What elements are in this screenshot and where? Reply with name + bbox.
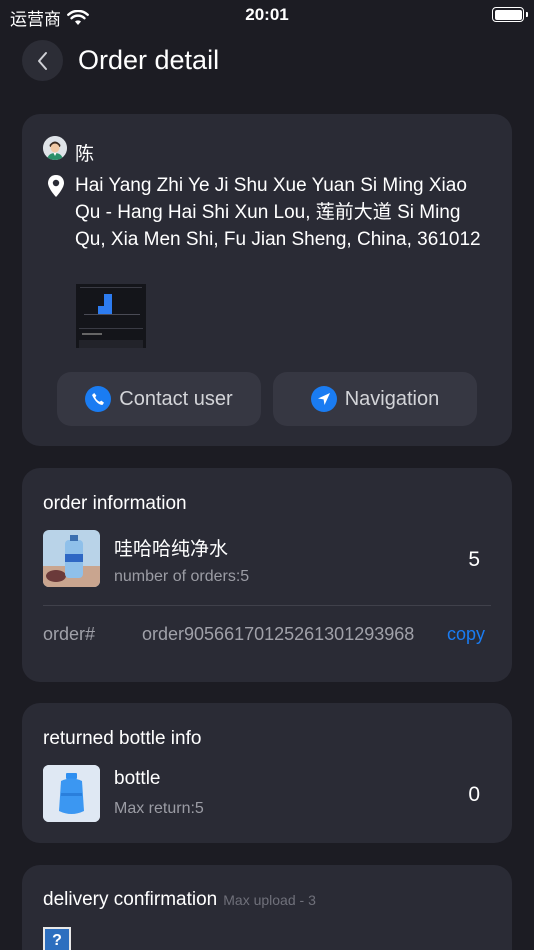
navigation-arrow-icon (310, 386, 337, 412)
navigation-button[interactable]: Navigation (273, 372, 477, 426)
bottle-max-return: Max return:5 (114, 800, 204, 817)
battery-tip (526, 12, 528, 17)
delivery-confirmation-title: delivery confirmation Max upload - 3 (43, 889, 316, 911)
battery-level (494, 9, 522, 20)
status-bar: 运营商 20:01 (0, 0, 534, 30)
back-button[interactable] (22, 40, 63, 81)
order-info-card: order information 哇哈哈纯净水 number of order… (22, 468, 512, 682)
location-pin-icon (48, 175, 64, 197)
product-order-count-label: number of orders:5 (114, 568, 250, 585)
address-thumbnail-image[interactable] (76, 284, 146, 348)
status-time: 20:01 (245, 5, 289, 24)
copy-order-number-button[interactable]: copy (447, 624, 485, 645)
delivery-address: Hai Yang Zhi Ye Ji Shu Xue Yuan Si Ming … (75, 175, 481, 250)
delivery-confirmation-card: delivery confirmation Max upload - 3 ? (22, 865, 512, 950)
user-card: 陈 Hai Yang Zhi Ye Ji Shu Xue Yuan Si Min… (22, 114, 512, 446)
bottle-name: bottle (114, 768, 161, 789)
bottle-return-count: 0 (468, 783, 480, 806)
back-icon (37, 51, 47, 70)
bottle-image (43, 765, 100, 822)
divider (43, 605, 491, 606)
contact-user-button[interactable]: Contact user (57, 372, 261, 426)
order-info-title: order information (43, 493, 187, 514)
upload-photo-button[interactable]: ? (43, 927, 71, 950)
returned-bottle-title: returned bottle info (43, 728, 202, 749)
battery-icon (492, 7, 524, 22)
user-name: 陈 (75, 144, 95, 165)
contact-user-label: Contact user (119, 387, 233, 410)
returned-bottle-card: returned bottle info bottle Max return:5… (22, 703, 512, 843)
page-title: Order detail (78, 45, 220, 75)
avatar (43, 136, 67, 160)
max-upload-hint: Max upload - 3 (223, 892, 316, 908)
product-name: 哇哈哈纯净水 (114, 539, 229, 560)
phone-icon (85, 386, 112, 412)
delivery-confirmation-label: delivery confirmation (43, 889, 218, 910)
navigation-label: Navigation (344, 387, 440, 410)
order-number-label: order# (43, 624, 96, 644)
product-quantity: 5 (468, 548, 480, 571)
product-image (43, 530, 100, 587)
order-number-value: order905661701252613012939​68 (142, 624, 415, 644)
